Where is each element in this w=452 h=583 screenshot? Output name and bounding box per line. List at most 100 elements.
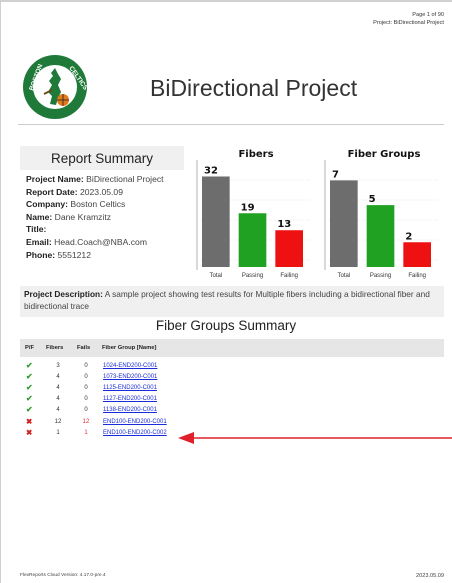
footer-version: FlexReports Cloud Version: 4.17.0-pre.4: [20, 573, 106, 578]
fibers-count: 4: [56, 407, 60, 414]
summary-line-value: Head.Coach@NBA.com: [51, 236, 147, 247]
fiber-groups-chart: Fiber Groups 7 Total 5 Passing 2 Failing: [323, 146, 445, 280]
fibers-count: 4: [56, 385, 60, 392]
project-description-label: Project Description:: [24, 289, 103, 299]
chart-bar-value: 2: [405, 231, 412, 242]
fails-count: 12: [82, 418, 90, 425]
summary-line-label: Report Date:: [26, 186, 78, 197]
chart-category-label: Total: [209, 273, 222, 279]
summary-line-value: Dane Kramzitz: [52, 211, 112, 222]
fiber-group-link[interactable]: 1073-END200-C001: [103, 372, 157, 382]
report-summary-lines: Project Name: BiDirectional Project Repor…: [20, 170, 184, 261]
chart-bar-total: [202, 176, 230, 267]
fails-count: 1: [84, 429, 88, 436]
fails-count: 0: [84, 385, 88, 392]
page-number: Page 1 of 90: [412, 12, 444, 18]
fibers-chart: Fibers 32 Total 19 Passing 13 Failing: [195, 146, 317, 280]
fails-count: 0: [84, 407, 88, 414]
fibers-count: 4: [56, 374, 60, 381]
summary-line-value: 5551212: [55, 249, 91, 260]
chart-bar-value: 5: [369, 194, 376, 205]
fiber-group-link[interactable]: 1125-END200-C001: [103, 383, 157, 393]
fiber-groups-table-header: P/F Fibers Fails Fiber Group [Name]: [20, 339, 444, 357]
fiber-group-link[interactable]: 1127-END200-C001: [103, 394, 157, 404]
title-divider: [18, 124, 444, 125]
chart-bar-failing: [275, 230, 303, 267]
summary-line-label: Phone:: [26, 249, 56, 260]
table-row: ✔ 4 0 1125-END200-C001: [20, 383, 444, 393]
table-row: ✔ 4 0 1073-END200-C001: [20, 372, 444, 382]
fiber-group-link[interactable]: END100-END200-C002: [103, 428, 167, 438]
chart-bar-value: 19: [241, 202, 255, 213]
fibers-chart-svg: Fibers 32 Total 19 Passing 13 Failing: [196, 149, 311, 279]
fibers-count: 12: [54, 418, 62, 425]
table-row: ✔ 3 0 1024-END200-C001: [20, 361, 444, 371]
fails-count: 0: [84, 374, 88, 381]
chart-category-label: Total: [337, 273, 350, 279]
chart-title: Fiber Groups: [348, 149, 421, 160]
chart-category-label: Passing: [370, 273, 391, 279]
chart-bar-passing: [238, 213, 267, 267]
chart-category-label: Failing: [408, 273, 426, 279]
fiber-group-link[interactable]: 1024-END200-C001: [103, 361, 157, 371]
report-summary-panel: Report Summary Project Name: BiDirection…: [20, 146, 184, 269]
project-description: Project Description: A sample project sh…: [20, 286, 444, 317]
chart-category-label: Failing: [280, 273, 298, 279]
summary-line-value: 2023.05.09: [77, 186, 123, 197]
chart-bar-failing: [403, 242, 431, 267]
summary-line: Report Date: 2023.05.09: [26, 186, 184, 199]
chart-bar-value: 32: [204, 165, 218, 176]
pass-check-icon: ✔: [26, 372, 33, 382]
pass-check-icon: ✔: [26, 383, 33, 393]
chart-bar-total: [330, 180, 358, 267]
fails-count: 0: [84, 396, 88, 403]
report-title: BiDirectional Project: [150, 75, 358, 101]
page-header: Page 1 of 90 Project: BiDirectional Proj…: [373, 11, 444, 27]
chart-title: Fibers: [238, 149, 273, 160]
table-row: ✖ 12 12 END100-END200-C001: [20, 417, 444, 427]
page-left-border: [0, 0, 1, 583]
pass-check-icon: ✔: [26, 361, 33, 370]
fiber-group-link[interactable]: END100-END200-C001: [103, 417, 167, 427]
col-fiber-group-name: Fiber Group [Name]: [102, 345, 157, 351]
summary-line-value: BiDirectional Project: [83, 174, 164, 184]
chart-bar-value: 13: [277, 219, 291, 230]
fibers-count: 3: [56, 363, 60, 369]
summary-line: Company: Boston Celtics: [26, 198, 184, 211]
pass-check-icon: ✔: [26, 394, 33, 404]
summary-line: Email: Head.Coach@NBA.com: [26, 236, 184, 249]
col-pf: P/F: [25, 345, 35, 351]
report-summary-heading: Report Summary: [20, 146, 184, 170]
fail-x-icon: ✖: [26, 416, 33, 426]
summary-line-label: Email:: [26, 236, 52, 247]
fibers-count: 1: [56, 429, 60, 436]
chart-bar-value: 7: [332, 169, 339, 180]
col-fibers: Fibers: [46, 345, 64, 351]
celtics-logo: BOSTON CELTICS: [22, 54, 89, 120]
summary-line: Project Name: BiDirectional Project: [26, 173, 184, 186]
summary-line-label: Title:: [26, 224, 47, 235]
table-row: ✔ 4 0 1138-END200-C001: [20, 405, 444, 415]
summary-line-label: Name:: [26, 211, 53, 222]
summary-line-label: Project Name:: [26, 174, 84, 184]
summary-line-value: Boston Celtics: [68, 199, 126, 210]
fail-x-icon: ✖: [26, 427, 33, 437]
fibers-count: 4: [56, 396, 60, 403]
footer-date: 2023.05.09: [416, 573, 444, 579]
summary-line-label: Company:: [26, 199, 69, 210]
col-fails: Fails: [77, 345, 91, 351]
table-row: ✔ 4 0 1127-END200-C001: [20, 394, 444, 404]
chart-category-label: Passing: [242, 273, 263, 279]
summary-line: Title:: [26, 223, 184, 236]
page-top-border: [0, 0, 452, 2]
red-arrow-annotation: [176, 429, 452, 452]
pass-check-icon: ✔: [26, 405, 33, 415]
chart-bar-passing: [366, 205, 395, 267]
fiber-groups-chart-svg: Fiber Groups 7 Total 5 Passing 2 Failing: [324, 149, 439, 279]
fiber-groups-heading: Fiber Groups Summary: [155, 318, 297, 333]
summary-line: Name: Dane Kramzitz: [26, 211, 184, 224]
project-label: Project: BiDirectional Project: [373, 20, 444, 26]
fails-count: 0: [84, 363, 88, 369]
fiber-group-link[interactable]: 1138-END200-C001: [103, 405, 157, 415]
summary-line: Phone: 5551212: [26, 249, 184, 262]
